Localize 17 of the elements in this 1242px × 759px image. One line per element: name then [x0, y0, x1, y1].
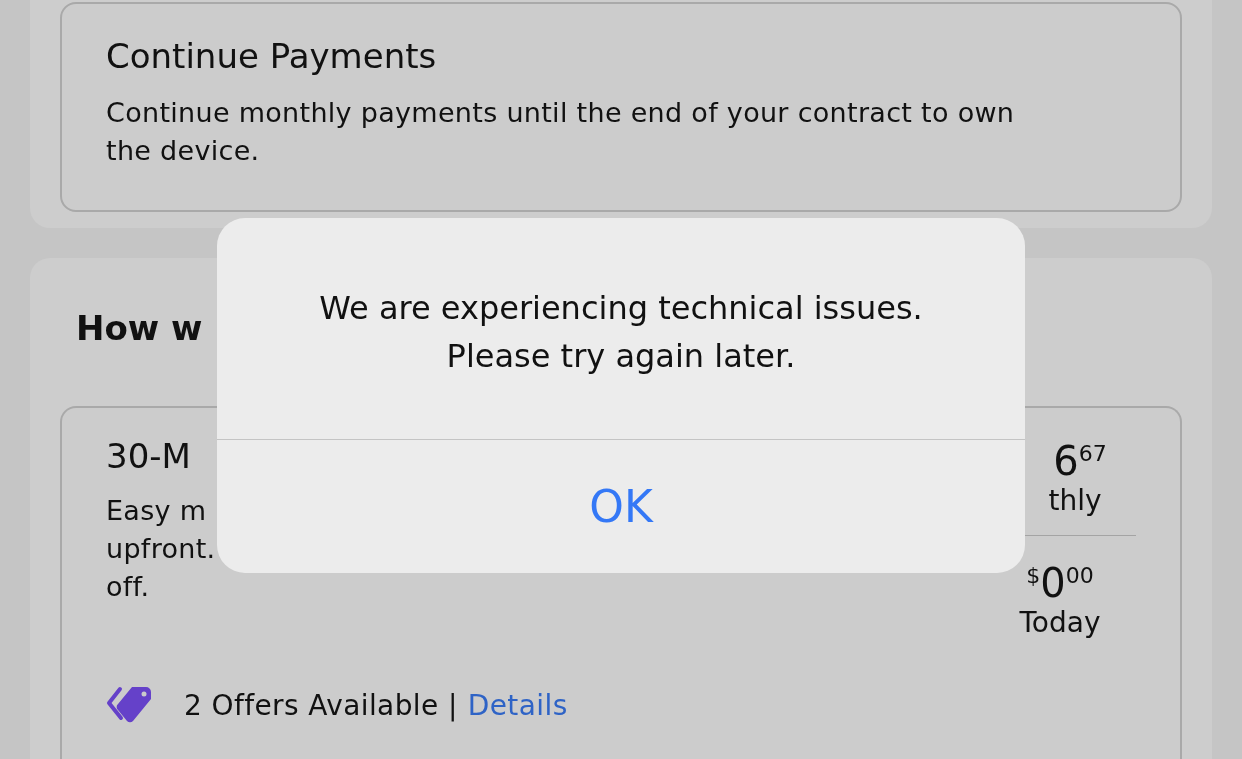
price-label: thly — [1048, 483, 1102, 519]
option-description: Continue monthly payments until the end of your contract to own the device. — [106, 96, 1016, 168]
option-card[interactable]: Continue Payments Continue monthly payments until the end of your contract to own the device. — [60, 2, 1182, 212]
plan-description: upfront. — [106, 532, 216, 566]
details-link[interactable]: Details — [467, 688, 568, 722]
price-label: Today — [1019, 605, 1101, 641]
monthly-price: 6$^{67}$ — [1053, 437, 1107, 483]
today-price: $^{$}$0$^{00}$ — [1026, 559, 1094, 605]
plan-title: 30-M — [106, 436, 192, 476]
section-heading: How w — [76, 307, 203, 350]
option-title: Continue Payments — [106, 36, 438, 76]
alert-message: Please try again later. — [446, 336, 796, 377]
plan-description: Easy m — [106, 494, 208, 528]
tags-icon — [106, 685, 154, 725]
offers-count: 2 Offers Available | — [184, 688, 458, 722]
alert-message: We are experiencing technical issues. — [319, 288, 923, 329]
plan-description: off. — [106, 570, 151, 604]
